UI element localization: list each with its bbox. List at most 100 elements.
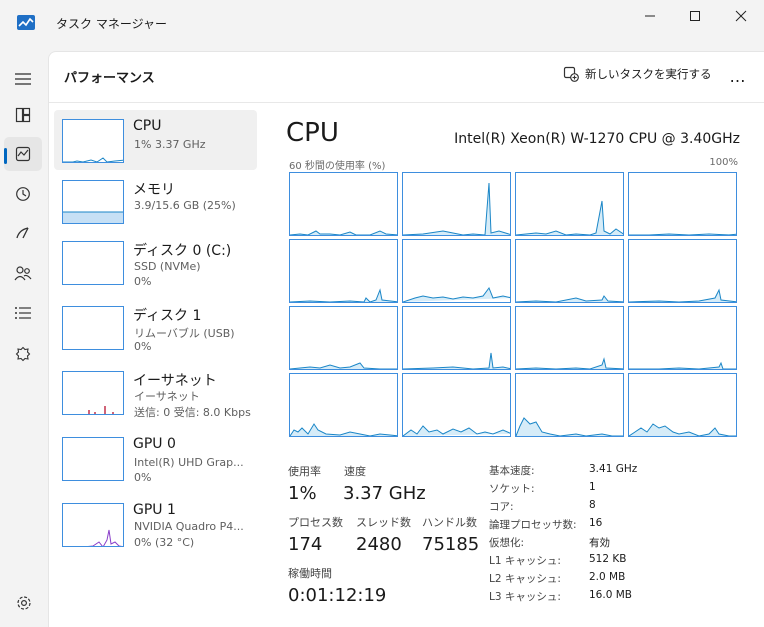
maximize-button[interactable] (672, 0, 718, 32)
resource-name: GPU 0 (133, 436, 176, 452)
performance-icon (15, 146, 31, 162)
startup-icon (16, 227, 29, 239)
cpu-core-graph (402, 172, 511, 236)
spec-label: 基本速度: (489, 465, 535, 477)
run-new-task-icon (563, 66, 579, 82)
nav-services[interactable] (4, 337, 42, 371)
run-new-task-label: 新しいタスクを実行する (585, 67, 712, 81)
uptime-label: 稼働時間 (288, 567, 332, 580)
resource-detail: リムーバブル (USB) (134, 327, 235, 340)
spec-value: 16.0 MB (589, 589, 632, 601)
nav-details[interactable] (4, 296, 42, 330)
resource-item-gpu-1[interactable]: GPU 1 NVIDIA Quadro P4... 0% (32 °C) (54, 494, 257, 554)
minimize-button[interactable] (627, 0, 673, 32)
gpu0-thumbnail-graph (62, 437, 124, 481)
utilization-value: 1% (288, 483, 317, 504)
resource-usage: 0% (32 °C) (134, 536, 195, 549)
resource-usage: 0% (134, 340, 152, 353)
threads-value: 2480 (356, 534, 402, 555)
cpu-core-graph (289, 306, 398, 370)
graph-max-label: 100% (709, 157, 738, 168)
processes-icon (15, 107, 31, 123)
cpu-core-graph (515, 373, 624, 437)
resource-name: GPU 1 (133, 502, 176, 518)
resource-item-disk-1[interactable]: ディスク 1 リムーバブル (USB) 0% (54, 297, 257, 357)
cpu-core-graph (515, 306, 624, 370)
spec-label: L3 キャッシュ: (489, 591, 561, 603)
spec-label: L2 キャッシュ: (489, 573, 561, 585)
uptime-value: 0:01:12:19 (288, 585, 387, 606)
cpu-core-graph (289, 373, 398, 437)
disk1-thumbnail-icon (63, 307, 124, 350)
more-options-button[interactable]: … (726, 66, 750, 86)
resource-name: CPU (133, 118, 162, 134)
resource-item-disk-0[interactable]: ディスク 0 (C:) SSD (NVMe) 0% (54, 232, 257, 292)
settings-icon (17, 596, 31, 610)
disk1-thumbnail-graph (62, 306, 124, 350)
task-manager-app-icon (17, 15, 35, 30)
header-divider (49, 102, 764, 103)
run-new-task-button[interactable]: 新しいタスクを実行する (563, 66, 712, 82)
handles-value: 75185 (422, 534, 480, 555)
nav-performance[interactable] (4, 137, 42, 171)
memory-thumbnail-graph (62, 180, 124, 224)
active-nav-indicator (4, 148, 7, 164)
disk0-thumbnail-graph (62, 241, 124, 285)
resource-item-memory[interactable]: メモリ 3.9/15.6 GB (25%) (54, 171, 257, 231)
resource-name: ディスク 0 (C:) (133, 243, 232, 259)
users-icon (14, 266, 32, 281)
ethernet-thumbnail-graph (62, 371, 124, 415)
resource-item-gpu-0[interactable]: GPU 0 Intel(R) UHD Grap... 0% (54, 428, 257, 488)
nav-startup-apps[interactable] (4, 216, 42, 250)
cpu-core-graph (289, 239, 398, 303)
maximize-icon (690, 11, 700, 21)
window-title: タスク マネージャー (56, 17, 167, 31)
resource-detail: 1% 3.37 GHz (134, 138, 206, 151)
cpu-heading: CPU (286, 118, 339, 148)
cpu-thumbnail-icon (63, 157, 123, 162)
app-history-icon (16, 187, 30, 201)
resource-usage: 0% (134, 471, 152, 484)
spec-label: コア: (489, 501, 514, 513)
settings-button[interactable] (10, 590, 38, 616)
cpu-core-graph (515, 172, 624, 236)
memory-thumbnail-icon (63, 211, 123, 223)
resource-item-ethernet[interactable]: イーサネット イーサネット 送信: 0 受信: 8.0 Kbps (54, 362, 257, 422)
resource-item-cpu[interactable]: CPU 1% 3.37 GHz (54, 110, 257, 170)
nav-processes[interactable] (4, 98, 42, 132)
cpu-core-graph (402, 239, 511, 303)
threads-label: スレッド数 (356, 516, 411, 529)
speed-label: 速度 (344, 465, 366, 478)
resource-name: ディスク 1 (133, 308, 202, 324)
nav-app-history[interactable] (4, 177, 42, 211)
resource-detail: NVIDIA Quadro P4... (134, 520, 244, 533)
spec-value: 2.0 MB (589, 571, 626, 583)
spec-value: 3.41 GHz (589, 463, 638, 475)
processes-label: プロセス数 (288, 516, 343, 529)
cpu-thumbnail-graph (62, 119, 124, 163)
speed-value: 3.37 GHz (343, 483, 426, 504)
cpu-core-graph (628, 306, 737, 370)
details-icon (15, 307, 31, 319)
processes-value: 174 (288, 534, 323, 555)
ethernet-thumbnail-icon (88, 406, 114, 414)
title-bar: タスク マネージャー (0, 0, 764, 46)
nav-users[interactable] (4, 256, 42, 290)
spec-value: 16 (589, 517, 603, 529)
cpu-core-graph (628, 373, 737, 437)
spec-label: L1 キャッシュ: (489, 555, 561, 567)
spec-label: ソケット: (489, 483, 535, 495)
hamburger-menu-button[interactable] (4, 62, 42, 96)
gpu1-thumbnail-graph (62, 503, 124, 547)
spec-value: 有効 (589, 537, 610, 549)
resource-detail: SSD (NVMe) (134, 260, 201, 273)
cpu-core-graph (515, 239, 624, 303)
close-button[interactable] (718, 0, 764, 32)
page-title: パフォーマンス (64, 71, 155, 86)
resource-name: メモリ (133, 182, 175, 198)
cpu-core-graph (628, 239, 737, 303)
spec-value: 1 (589, 481, 596, 493)
services-icon (15, 346, 31, 362)
spec-value: 512 KB (589, 553, 627, 565)
spec-label: 論理プロセッサ数: (489, 519, 577, 531)
